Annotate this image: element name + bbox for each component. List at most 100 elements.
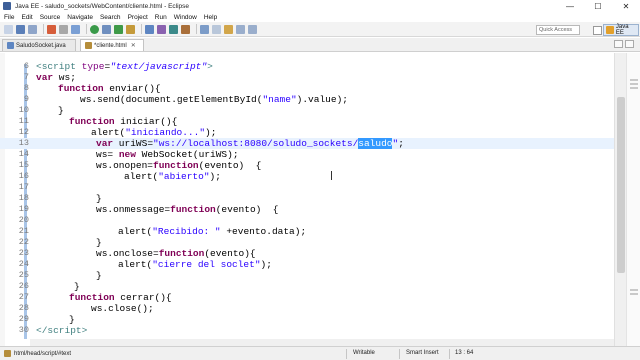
vertical-scrollbar[interactable] <box>614 53 626 346</box>
code-line[interactable]: 7 var ws; <box>0 72 614 83</box>
search-icon[interactable] <box>200 24 209 34</box>
line-number: 18 <box>18 193 29 203</box>
code-line[interactable]: 15 ws.onopen=function(evento) { <box>0 160 614 171</box>
line-number: 23 <box>18 248 29 258</box>
run-dropdown-icon[interactable] <box>102 24 111 34</box>
code-line[interactable]: 24 alert("cierre del soclet"); <box>0 259 614 270</box>
code-line-current[interactable]: 13 var uriWS="ws://localhost:8080/soludo_… <box>0 138 614 149</box>
line-number: 20 <box>18 215 29 225</box>
overview-marker[interactable] <box>630 87 638 89</box>
overview-marker[interactable] <box>630 83 638 85</box>
tab-saludosocket-java[interactable]: SaludoSocket.java <box>2 39 76 51</box>
code-line[interactable]: 6 <script type="text/javascript"> <box>0 61 614 72</box>
close-button[interactable]: ✕ <box>612 0 640 12</box>
line-number: 12 <box>18 127 29 137</box>
debug-icon[interactable] <box>47 24 56 34</box>
code-text: var ws; <box>36 72 76 83</box>
token: type <box>75 61 105 72</box>
scrollbar-thumb[interactable] <box>617 97 625 273</box>
code-line[interactable]: 29} <box>0 314 614 325</box>
server-icon[interactable] <box>71 24 80 34</box>
menu-search[interactable]: Search <box>100 14 121 21</box>
maximize-button[interactable]: ☐ <box>584 0 612 12</box>
line-number: 19 <box>18 204 29 214</box>
terminate-icon[interactable] <box>59 24 68 34</box>
line-number: 13 <box>18 138 29 148</box>
menu-edit[interactable]: Edit <box>21 14 32 21</box>
annotation-icon[interactable] <box>212 24 221 34</box>
back-icon[interactable] <box>236 24 245 34</box>
code-line[interactable]: 19 ws.onmessage=function(evento) { <box>0 204 614 215</box>
status-bar: html/head/script/#text Writable Smart In… <box>0 346 640 360</box>
forward-icon[interactable] <box>248 24 257 34</box>
code-line[interactable]: 25} <box>0 270 614 281</box>
line-number: 15 <box>18 160 29 170</box>
code-line[interactable]: 23 ws.onclose=function(evento){ <box>0 248 614 259</box>
code-line[interactable]: 16 alert("abierto"); <box>0 171 614 182</box>
code-line[interactable]: 9 ws.send(document.getElementById("name")… <box>0 94 614 105</box>
code-line[interactable]: 30 </script> <box>0 325 614 336</box>
token: } <box>96 193 102 204</box>
code-line[interactable]: 21 alert("Recibido: " +evento.data); <box>0 226 614 237</box>
minimize-editor-icon[interactable] <box>614 40 623 48</box>
overview-ruler[interactable] <box>626 53 640 346</box>
java-ee-perspective-button[interactable]: Java EE <box>603 24 639 36</box>
overview-marker[interactable] <box>630 289 638 291</box>
code-line[interactable]: 11 function iniciar(){ <box>0 116 614 127</box>
code-line[interactable]: 18} <box>0 193 614 204</box>
code-line[interactable]: 27 function cerrar(){ <box>0 292 614 303</box>
save-all-icon[interactable] <box>28 24 37 34</box>
code-text: } <box>96 237 102 248</box>
overview-marker[interactable] <box>630 293 638 295</box>
close-tab-icon[interactable]: ✕ <box>131 42 136 49</box>
code-text: ws.onmessage=function(evento) { <box>96 204 278 215</box>
open-type-icon[interactable] <box>181 24 190 34</box>
save-icon[interactable] <box>16 24 25 34</box>
java-file-icon <box>7 42 14 49</box>
code-line[interactable]: 22} <box>0 237 614 248</box>
code-line[interactable]: 28 ws.close(); <box>0 303 614 314</box>
open-perspective-icon[interactable] <box>593 26 602 35</box>
debug-run-icon[interactable] <box>114 24 123 34</box>
token: > <box>81 325 88 336</box>
quick-access-input[interactable]: Quick Access <box>536 25 580 35</box>
code-line[interactable]: 12 alert("iniciando..."); <box>0 127 614 138</box>
line-number: 8 <box>23 83 29 93</box>
code-line[interactable]: 20 <box>0 215 614 226</box>
java-ee-icon <box>606 26 614 34</box>
run-icon[interactable] <box>90 24 99 34</box>
tab-cliente-html[interactable]: *cliente.html ✕ <box>80 39 144 51</box>
menu-run[interactable]: Run <box>155 14 167 21</box>
code-text: ws.send(document.getElementById("name").… <box>80 94 348 105</box>
token: function <box>170 204 216 215</box>
new-package-icon[interactable] <box>157 24 166 34</box>
code-line[interactable]: 8 function enviar(){ <box>0 83 614 94</box>
code-line[interactable]: 17 <box>0 182 614 193</box>
new-java-project-icon[interactable] <box>145 24 154 34</box>
code-text: } <box>96 193 102 204</box>
minimize-button[interactable]: — <box>556 0 584 12</box>
code-text: alert("Recibido: " +evento.data); <box>118 226 306 237</box>
menu-source[interactable]: Source <box>40 14 61 21</box>
breadcrumb[interactable]: html/head/script/#text <box>4 350 71 357</box>
menu-file[interactable]: File <box>4 14 14 21</box>
status-divider <box>449 349 450 359</box>
code-line[interactable]: 14 ws= new WebSocket(uriWS); <box>0 149 614 160</box>
menu-project[interactable]: Project <box>128 14 148 21</box>
insert-mode[interactable]: Smart Insert <box>406 350 439 356</box>
maximize-editor-icon[interactable] <box>625 40 634 48</box>
code-line[interactable]: 26} <box>0 281 614 292</box>
line-number: 25 <box>18 270 29 280</box>
menu-window[interactable]: Window <box>174 14 197 21</box>
token: alert( <box>118 226 153 237</box>
menu-navigate[interactable]: Navigate <box>67 14 93 21</box>
new-icon[interactable] <box>4 24 13 34</box>
code-line[interactable]: 10} <box>0 105 614 116</box>
code-editor[interactable]: 6 <script type="text/javascript"> 7 var ws… <box>0 53 640 346</box>
new-class-icon[interactable] <box>169 24 178 34</box>
external-tools-icon[interactable] <box>126 24 135 34</box>
menu-help[interactable]: Help <box>204 14 217 21</box>
overview-marker[interactable] <box>630 79 638 81</box>
horizontal-scrollbar[interactable] <box>30 339 614 346</box>
pencil-icon[interactable] <box>224 24 233 34</box>
